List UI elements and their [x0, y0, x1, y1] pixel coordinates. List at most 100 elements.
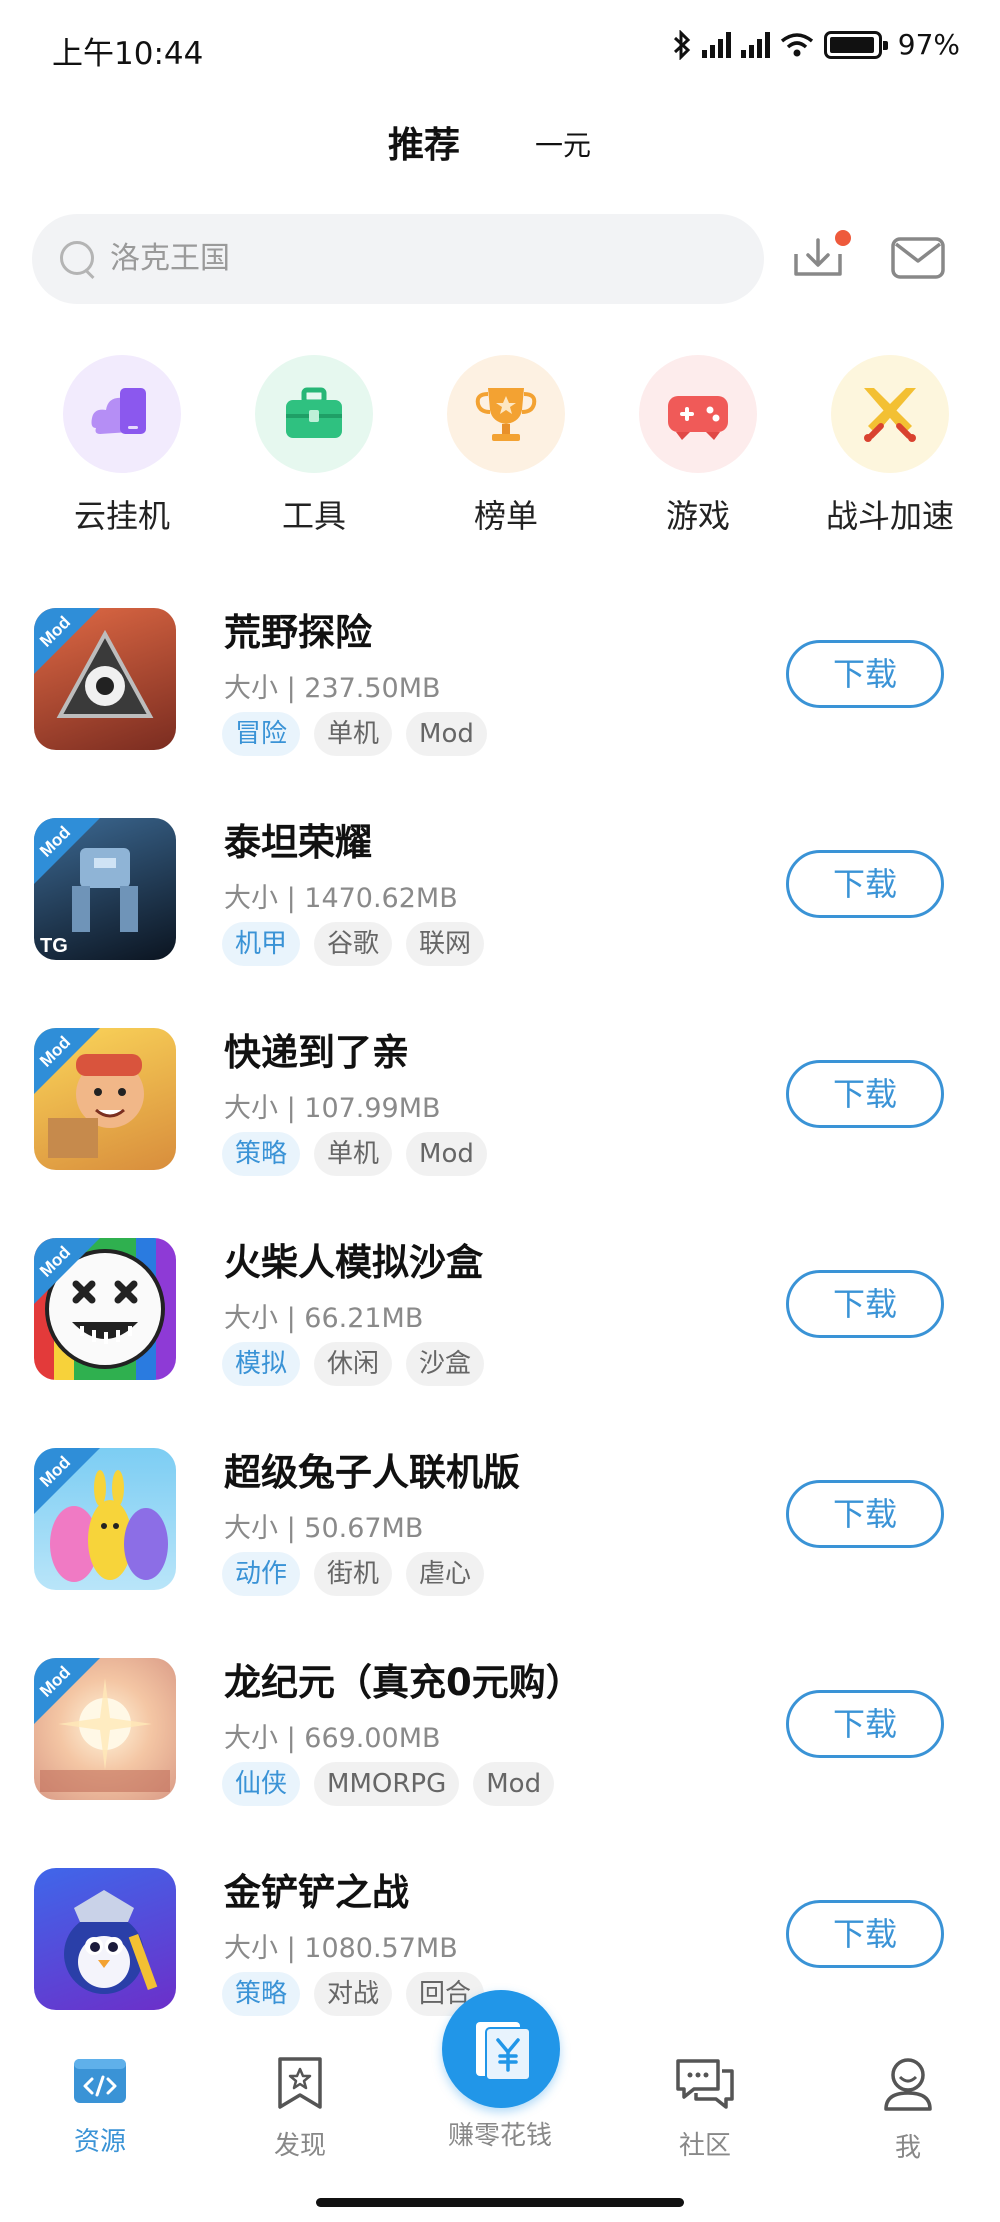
app-icon: Mod: [34, 1448, 176, 1590]
tag: 休闲: [314, 1342, 393, 1386]
tag: 动作: [222, 1552, 301, 1596]
tag: 单机: [314, 712, 393, 756]
app-row-super-bunny-man[interactable]: Mod 超级兔子人联机版 大小 | 50.67MB 动作 街机 虐心 下载: [0, 1440, 1000, 1620]
category-tools[interactable]: 工具: [224, 355, 404, 537]
app-size: 大小 | 66.21MB: [224, 1303, 424, 1334]
category-label: 榜单: [473, 497, 538, 535]
battery-icon: [823, 30, 888, 59]
nav-label: 发现: [273, 2131, 326, 2161]
category-cloud-hangup[interactable]: 云挂机: [32, 355, 212, 537]
category-battle-boost[interactable]: 战斗加速: [800, 355, 980, 537]
search-bar[interactable]: [32, 214, 764, 304]
app-size: 大小 | 237.50MB: [224, 673, 441, 704]
top-tabs: 推荐 一元: [0, 112, 1000, 172]
tag: 策略: [222, 1972, 301, 2016]
nav-item-resources[interactable]: 资源: [0, 2055, 200, 2158]
app-name: 火柴人模拟沙盒: [224, 1241, 483, 1284]
app-name: 荒野探险: [224, 611, 372, 654]
app-size: 大小 | 50.67MB: [224, 1513, 424, 1544]
cloud-phone-icon: [63, 355, 181, 473]
battery-percent: 97%: [897, 28, 960, 61]
signal-icon: [701, 31, 731, 58]
tag: 虐心: [406, 1552, 485, 1596]
app-icon: Mod: [34, 1238, 176, 1380]
app-icon: TG Mod: [34, 818, 176, 960]
nav-item-earn-money[interactable]: 赚零花钱: [400, 2105, 600, 2152]
tag-list: 模拟 休闲 沙盒: [222, 1342, 485, 1386]
code-window-icon: [74, 2059, 126, 2103]
tag-list: 策略 对战 回合: [222, 1972, 485, 2016]
tag-list: 策略 单机 Mod: [222, 1132, 487, 1176]
tag: 仙侠: [222, 1762, 301, 1806]
tag: 机甲: [222, 922, 301, 966]
mail-icon[interactable]: [890, 236, 946, 282]
app-name: 金铲铲之战: [224, 1871, 409, 1914]
nav-label: 社区: [678, 2131, 731, 2161]
tag: 谷歌: [314, 922, 393, 966]
yen-envelope-icon: [476, 2022, 531, 2081]
nav-item-me[interactable]: 我: [808, 2055, 1000, 2164]
app-size: 大小 | 669.00MB: [224, 1723, 441, 1754]
app-name: 龙纪元（真充0元购）: [224, 1661, 583, 1704]
category-games[interactable]: 游戏: [608, 355, 788, 537]
tag: 沙盒: [406, 1342, 485, 1386]
tag: Mod: [406, 712, 487, 756]
chat-bubbles-icon: [676, 2059, 734, 2109]
tag: MMORPG: [314, 1762, 460, 1806]
tag: Mod: [406, 1132, 487, 1176]
search-input[interactable]: [110, 242, 710, 276]
app-row-delivery-game[interactable]: Mod 快递到了亲 大小 | 107.99MB 策略 单机 Mod 下载: [0, 1020, 1000, 1200]
tag: 联网: [406, 922, 485, 966]
nav-item-discover[interactable]: 发现: [200, 2055, 400, 2162]
wifi-icon: [780, 32, 813, 56]
nav-label: 资源: [73, 2127, 126, 2157]
notification-dot: [835, 230, 851, 246]
app-name: 快递到了亲: [224, 1031, 409, 1074]
category-label: 战斗加速: [825, 497, 954, 535]
tag: 单机: [314, 1132, 393, 1176]
tag-list: 仙侠 MMORPG Mod: [222, 1762, 555, 1806]
tag-list: 冒险 单机 Mod: [222, 712, 487, 756]
app-icon: Mod: [34, 608, 176, 750]
nav-label: 赚零花钱: [447, 2121, 552, 2151]
app-row-titanfall[interactable]: TG Mod 泰坦荣耀 大小 | 1470.62MB 机甲 谷歌 联网 下载: [0, 810, 1000, 990]
signal-icon: [740, 31, 770, 58]
earn-money-button[interactable]: [442, 1990, 560, 2108]
tab-recommend[interactable]: 推荐: [388, 116, 460, 168]
download-button[interactable]: 下载: [786, 850, 944, 918]
app-size: 大小 | 107.99MB: [224, 1093, 441, 1124]
home-indicator: [316, 2198, 684, 2207]
tag: 冒险: [222, 712, 301, 756]
status-bar: 上午10:44 97%: [0, 0, 1000, 100]
tag: 对战: [314, 1972, 393, 2016]
app-icon: Mod: [34, 1028, 176, 1170]
status-time: 上午10:44: [52, 36, 204, 72]
download-button[interactable]: 下载: [786, 1690, 944, 1758]
tag-list: 动作 街机 虐心: [222, 1552, 485, 1596]
user-profile-icon: [884, 2058, 932, 2111]
download-button[interactable]: 下载: [786, 1900, 944, 1968]
tab-one-yuan[interactable]: 一元: [535, 124, 591, 164]
app-name: 泰坦荣耀: [224, 821, 372, 864]
app-row-dragon-era[interactable]: Mod 龙纪元（真充0元购） 大小 | 669.00MB 仙侠 MMORPG M…: [0, 1650, 1000, 1830]
category-row: 云挂机 工具 榜单 游戏 战斗加速: [0, 355, 1000, 545]
category-rankings[interactable]: 榜单: [416, 355, 596, 537]
download-button[interactable]: 下载: [786, 640, 944, 708]
app-row-stickman-sandbox[interactable]: Mod 火柴人模拟沙盒 大小 | 66.21MB 模拟 休闲 沙盒 下载: [0, 1230, 1000, 1410]
gamepad-icon: [639, 355, 757, 473]
search-icon: [56, 237, 100, 281]
download-button[interactable]: 下载: [786, 1480, 944, 1548]
app-size: 大小 | 1080.57MB: [224, 1933, 458, 1964]
bluetooth-icon: [673, 29, 690, 60]
tag: 策略: [222, 1132, 301, 1176]
nav-label: 我: [894, 2133, 921, 2163]
app-name: 超级兔子人联机版: [224, 1451, 520, 1494]
svg-text:TG: TG: [40, 935, 68, 957]
download-button[interactable]: 下载: [786, 1060, 944, 1128]
nav-item-community[interactable]: 社区: [605, 2055, 805, 2162]
app-row-wilderness-adventure[interactable]: Mod 荒野探险 大小 | 237.50MB 冒险 单机 Mod 下载: [0, 600, 1000, 780]
star-bookmark-icon: [278, 2057, 322, 2109]
tag-list: 机甲 谷歌 联网: [222, 922, 485, 966]
tag: Mod: [473, 1762, 555, 1806]
download-button[interactable]: 下载: [786, 1270, 944, 1338]
